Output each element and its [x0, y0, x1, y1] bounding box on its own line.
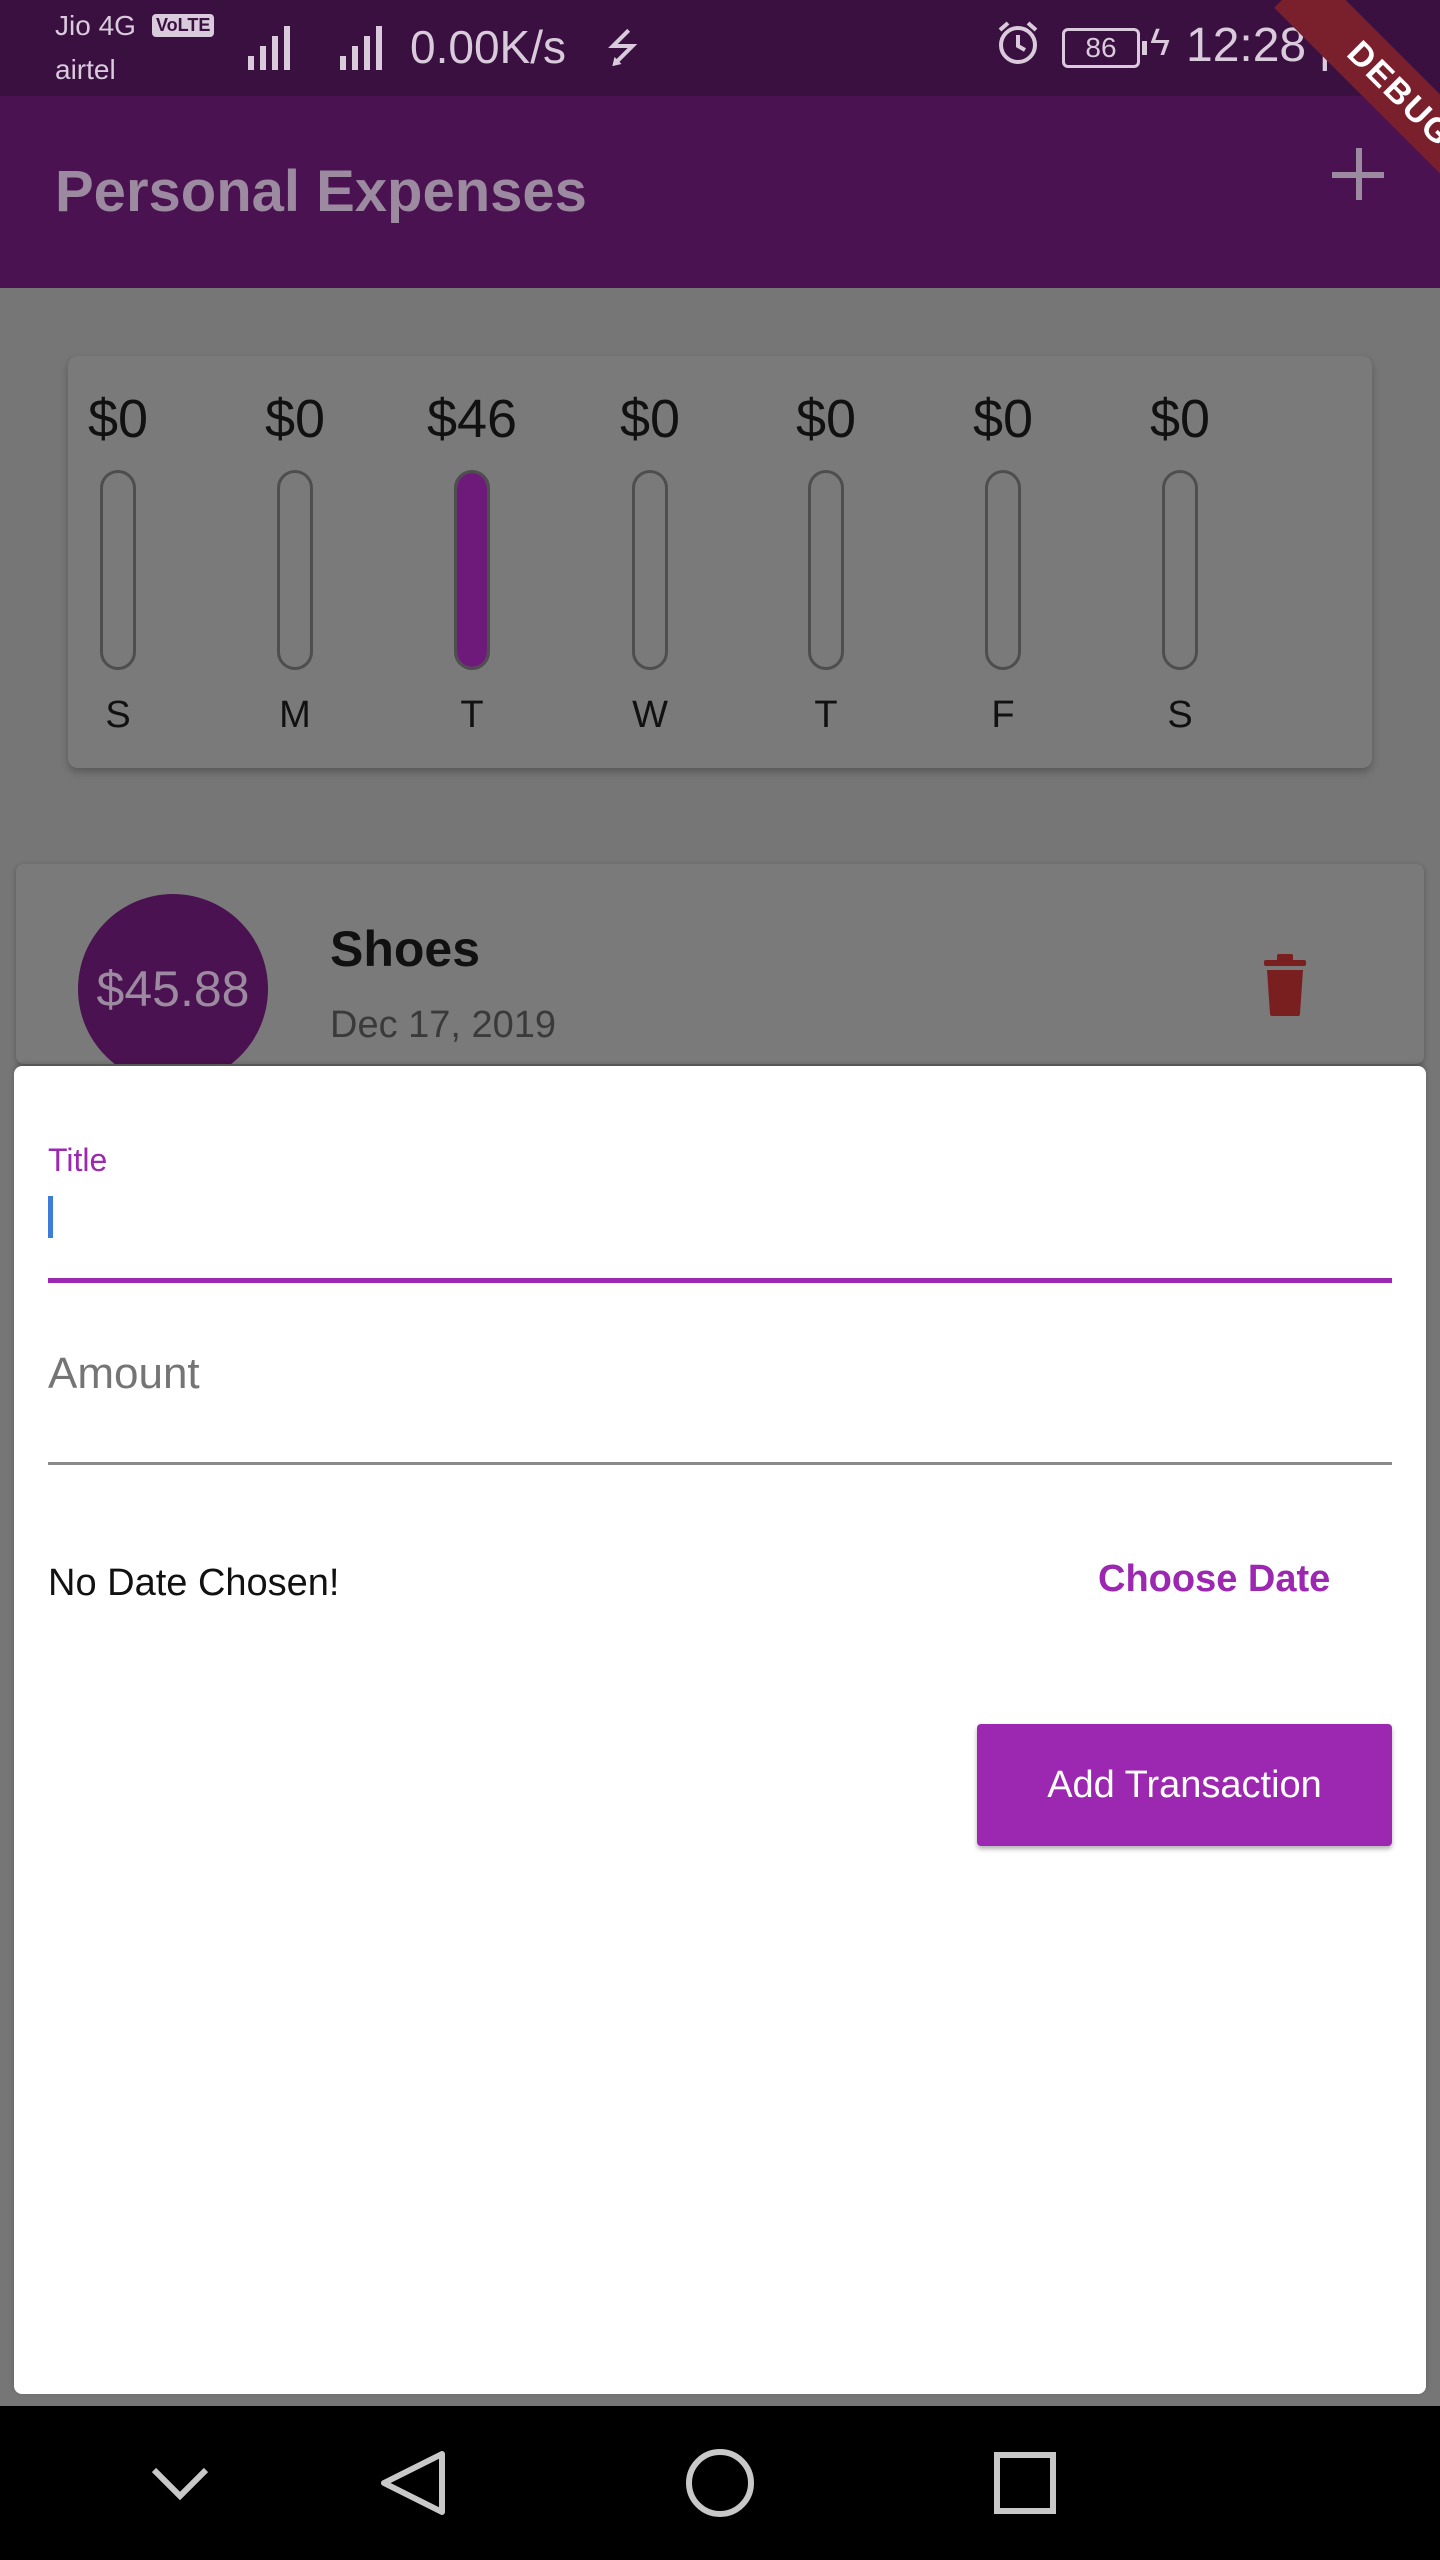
add-transaction-button[interactable]: Add Transaction: [977, 1724, 1392, 1846]
app-bar: Personal Expenses: [0, 96, 1440, 288]
chart-bar-track: [277, 470, 313, 670]
chart-bar-column: $0 W: [580, 356, 720, 768]
plus-icon[interactable]: [1328, 144, 1388, 204]
page-title: Personal Expenses: [55, 159, 587, 224]
amount-field-underline: [48, 1462, 1392, 1465]
chosen-date-text: No Date Chosen!: [48, 1562, 340, 1604]
amount-field[interactable]: [48, 1342, 1392, 1406]
chart-bar-day-label: F: [991, 694, 1015, 736]
title-field-underline: [48, 1278, 1392, 1283]
status-bar: Jio 4G VoLTE airtel 0.00K/s ⭍ 86 ϟ 12:28…: [0, 0, 1440, 96]
chart-bar-amount: $0: [87, 389, 149, 449]
chart-bar-fill: [457, 473, 487, 667]
transaction-amount-avatar: $45.88: [78, 894, 268, 1064]
battery-level: 86: [1085, 32, 1117, 63]
carrier-name-secondary: airtel: [55, 54, 116, 85]
carrier-name-primary: Jio 4G: [55, 10, 136, 41]
chart-bar-column: $0 M: [225, 356, 365, 768]
transaction-date: Dec 17, 2019: [330, 1004, 557, 1046]
chart-bar-track: [1162, 470, 1198, 670]
chart-bar-amount: $0: [1149, 389, 1211, 449]
trash-icon[interactable]: [1262, 954, 1308, 1016]
signal-strength-icon: [230, 18, 300, 70]
alarm-icon: [998, 21, 1038, 64]
chart-bar-day-label: S: [105, 694, 131, 736]
chart-bar-track: [454, 470, 490, 670]
title-field[interactable]: [48, 1182, 1392, 1242]
chart-bar-amount: $0: [264, 389, 326, 449]
chart-bar-column: $0 T: [756, 356, 896, 768]
chart-bar-day-label: S: [1167, 694, 1193, 736]
weekly-chart-card: $0 S $0 M $46 T $0 W $0 T $0 F $0 S: [68, 356, 1372, 768]
chart-bar-track: [632, 470, 668, 670]
chart-bar-amount: $0: [795, 389, 857, 449]
signal-strength-icon-secondary: [336, 18, 396, 70]
home-icon[interactable]: [650, 2406, 790, 2560]
choose-date-button[interactable]: Choose Date: [1074, 1546, 1354, 1613]
chart-bar-column: $0 S: [1110, 356, 1250, 768]
chart-bar-track: [100, 470, 136, 670]
text-cursor: [48, 1196, 53, 1238]
volte-badge: VoLTE: [152, 14, 215, 37]
chart-bar-amount: $0: [972, 389, 1034, 449]
charging-icon: ϟ: [1150, 22, 1171, 64]
battery-icon: 86: [1062, 28, 1147, 68]
chevron-down-icon[interactable]: [110, 2406, 250, 2560]
usb-icon: ⭍: [606, 27, 640, 71]
chart-bar-day-label: T: [814, 694, 838, 736]
system-nav-bar: [0, 2406, 1440, 2560]
transaction-title: Shoes: [330, 921, 481, 977]
chart-bar-day-label: W: [632, 694, 668, 736]
chart-bar-day-label: M: [279, 694, 311, 736]
chart-bar-column: $0 S: [48, 356, 188, 768]
chart-bar-amount: $0: [619, 389, 681, 449]
chart-bar-column: $46 T: [402, 356, 542, 768]
chart-bar-track: [985, 470, 1021, 670]
recents-icon[interactable]: [955, 2406, 1095, 2560]
transaction-item: $45.88 Shoes Dec 17, 2019: [16, 864, 1424, 1064]
back-icon[interactable]: [342, 2406, 482, 2560]
new-transaction-sheet: Title No Date Chosen! Choose Date Add Tr…: [14, 1066, 1426, 2394]
chart-bar-column: $0 F: [933, 356, 1073, 768]
title-field-label: Title: [48, 1142, 108, 1178]
chart-bar-track: [808, 470, 844, 670]
chart-bar-day-label: T: [460, 694, 484, 736]
network-speed: 0.00K/s: [410, 21, 566, 73]
chart-bar-amount: $46: [426, 389, 518, 449]
